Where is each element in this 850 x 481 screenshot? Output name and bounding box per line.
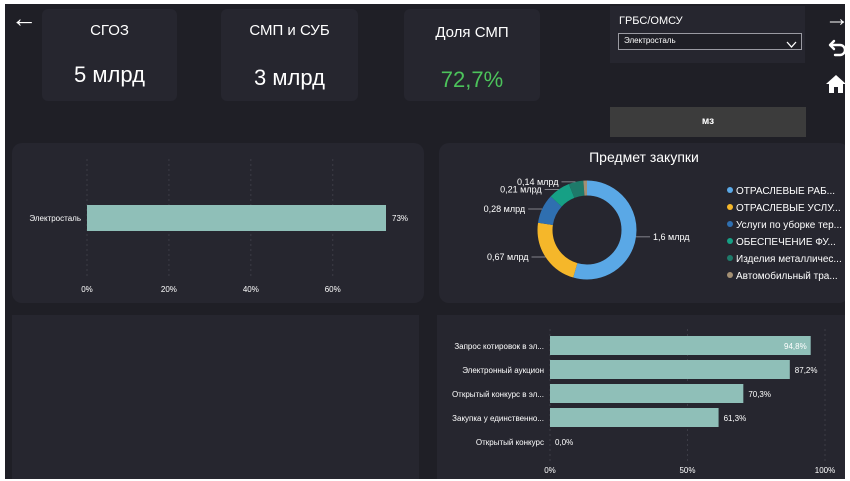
undo-icon[interactable] <box>828 38 845 63</box>
legend-dot-icon <box>727 204 733 210</box>
legend-dot-icon <box>727 272 733 278</box>
back-arrow-icon[interactable]: ← <box>11 5 37 31</box>
kpi-card-sgoz: СГОЗ 5 млрд <box>42 9 177 101</box>
kpi-card-smp-sub: СМП и СУБ 3 млрд <box>221 9 358 101</box>
legend-item[interactable]: ОБЕСПЕЧЕНИЕ ФУ... <box>727 234 842 251</box>
kpi-title: СГОЗ <box>90 22 129 39</box>
data-label: 70,3% <box>748 390 771 399</box>
legend-dot-icon <box>727 238 733 244</box>
category-label: Закупка у единственно... <box>452 414 544 423</box>
dashboard: ← → СГОЗ 5 млрд СМП и СУБ 3 млрд Доля СМ… <box>5 4 845 479</box>
legend-item[interactable]: ОТРАСЛЕВЫЕ РАБ... <box>727 183 842 200</box>
bar <box>87 205 386 231</box>
legend-label: Услуги по уборке тер... <box>736 220 843 231</box>
kpi-value: 72,7% <box>440 67 504 92</box>
donut-title: Предмет закупки <box>589 149 699 165</box>
tick-label: 50% <box>679 466 695 475</box>
category-label: Открытый конкурс <box>476 438 544 447</box>
bar <box>550 336 811 355</box>
tick-label: 100% <box>815 466 835 475</box>
bar <box>550 360 790 379</box>
data-label: 87,2% <box>795 366 818 375</box>
data-label: 61,3% <box>724 414 747 423</box>
tick-label: 40% <box>243 285 259 294</box>
category-label: Открытый конкурс в эл... <box>452 390 544 399</box>
legend-dot-icon <box>727 187 733 193</box>
legend-item[interactable]: Изделия металличес... <box>727 251 842 268</box>
tick-label: 60% <box>325 285 341 294</box>
tick-label: 20% <box>161 285 177 294</box>
donut-legend: ОТРАСЛЕВЫЕ РАБ... ОТРАСЛЕВЫЕ УСЛУ... Услуг… <box>727 183 842 285</box>
region-share-bar-chart: 0% 20% 40% 60% Электросталь 73% <box>29 159 408 294</box>
mz-button[interactable]: мз <box>610 107 806 137</box>
legend-dot-icon <box>727 255 733 261</box>
filter-panel: ГРБС/ОМСУ Электросталь <box>610 6 805 63</box>
category-label: Электронный аукцион <box>462 366 544 375</box>
region-share-chart: 0% 20% 40% 60% Электросталь 73% <box>12 143 424 303</box>
bar <box>550 384 744 403</box>
legend-dot-icon <box>727 221 733 227</box>
chevron-down-icon <box>786 36 797 54</box>
empty-panel <box>12 315 419 479</box>
procurement-method-chart: 0% 50% 100% Запрос котировок в эл... 94,8% Эл… <box>437 315 845 479</box>
legend-label: Изделия металличес... <box>736 254 842 265</box>
legend-label: ОБЕСПЕЧЕНИЕ ФУ... <box>736 237 836 248</box>
tick-label: 0% <box>81 285 93 294</box>
kpi-title: СМП и СУБ <box>249 22 330 39</box>
filter-label: ГРБС/ОМСУ <box>619 15 683 27</box>
forward-arrow-icon[interactable]: → <box>825 7 845 31</box>
legend-label: ОТРАСЛЕВЫЕ РАБ... <box>736 186 835 197</box>
kpi-value: 3 млрд <box>254 65 325 90</box>
kpi-title: Доля СМП <box>435 24 509 41</box>
category-label: Запрос котировок в эл... <box>454 342 544 351</box>
filter-dropdown[interactable]: Электросталь <box>618 33 802 50</box>
data-label: 94,8% <box>784 342 807 351</box>
kpi-card-smp-share: Доля СМП 72,7% <box>404 9 540 101</box>
legend-label: Автомобильный тра... <box>736 271 838 282</box>
filter-selected-value: Электросталь <box>624 36 676 45</box>
legend-item[interactable]: Услуги по уборке тер... <box>727 217 842 234</box>
tick-label: 0% <box>544 466 556 475</box>
data-label: 73% <box>392 214 408 223</box>
procurement-method-bar-chart: 0% 50% 100% Запрос котировок в эл... 94,8% Эл… <box>452 329 835 475</box>
kpi-value: 5 млрд <box>74 62 145 87</box>
legend-item[interactable]: Автомобильный тра... <box>727 268 842 285</box>
data-label: 0,0% <box>555 438 573 447</box>
home-icon[interactable] <box>825 74 845 99</box>
legend-item[interactable]: ОТРАСЛЕВЫЕ УСЛУ... <box>727 200 842 217</box>
bar <box>550 408 719 427</box>
legend-label: ОТРАСЛЕВЫЕ УСЛУ... <box>736 203 841 214</box>
category-label: Электросталь <box>29 214 81 223</box>
